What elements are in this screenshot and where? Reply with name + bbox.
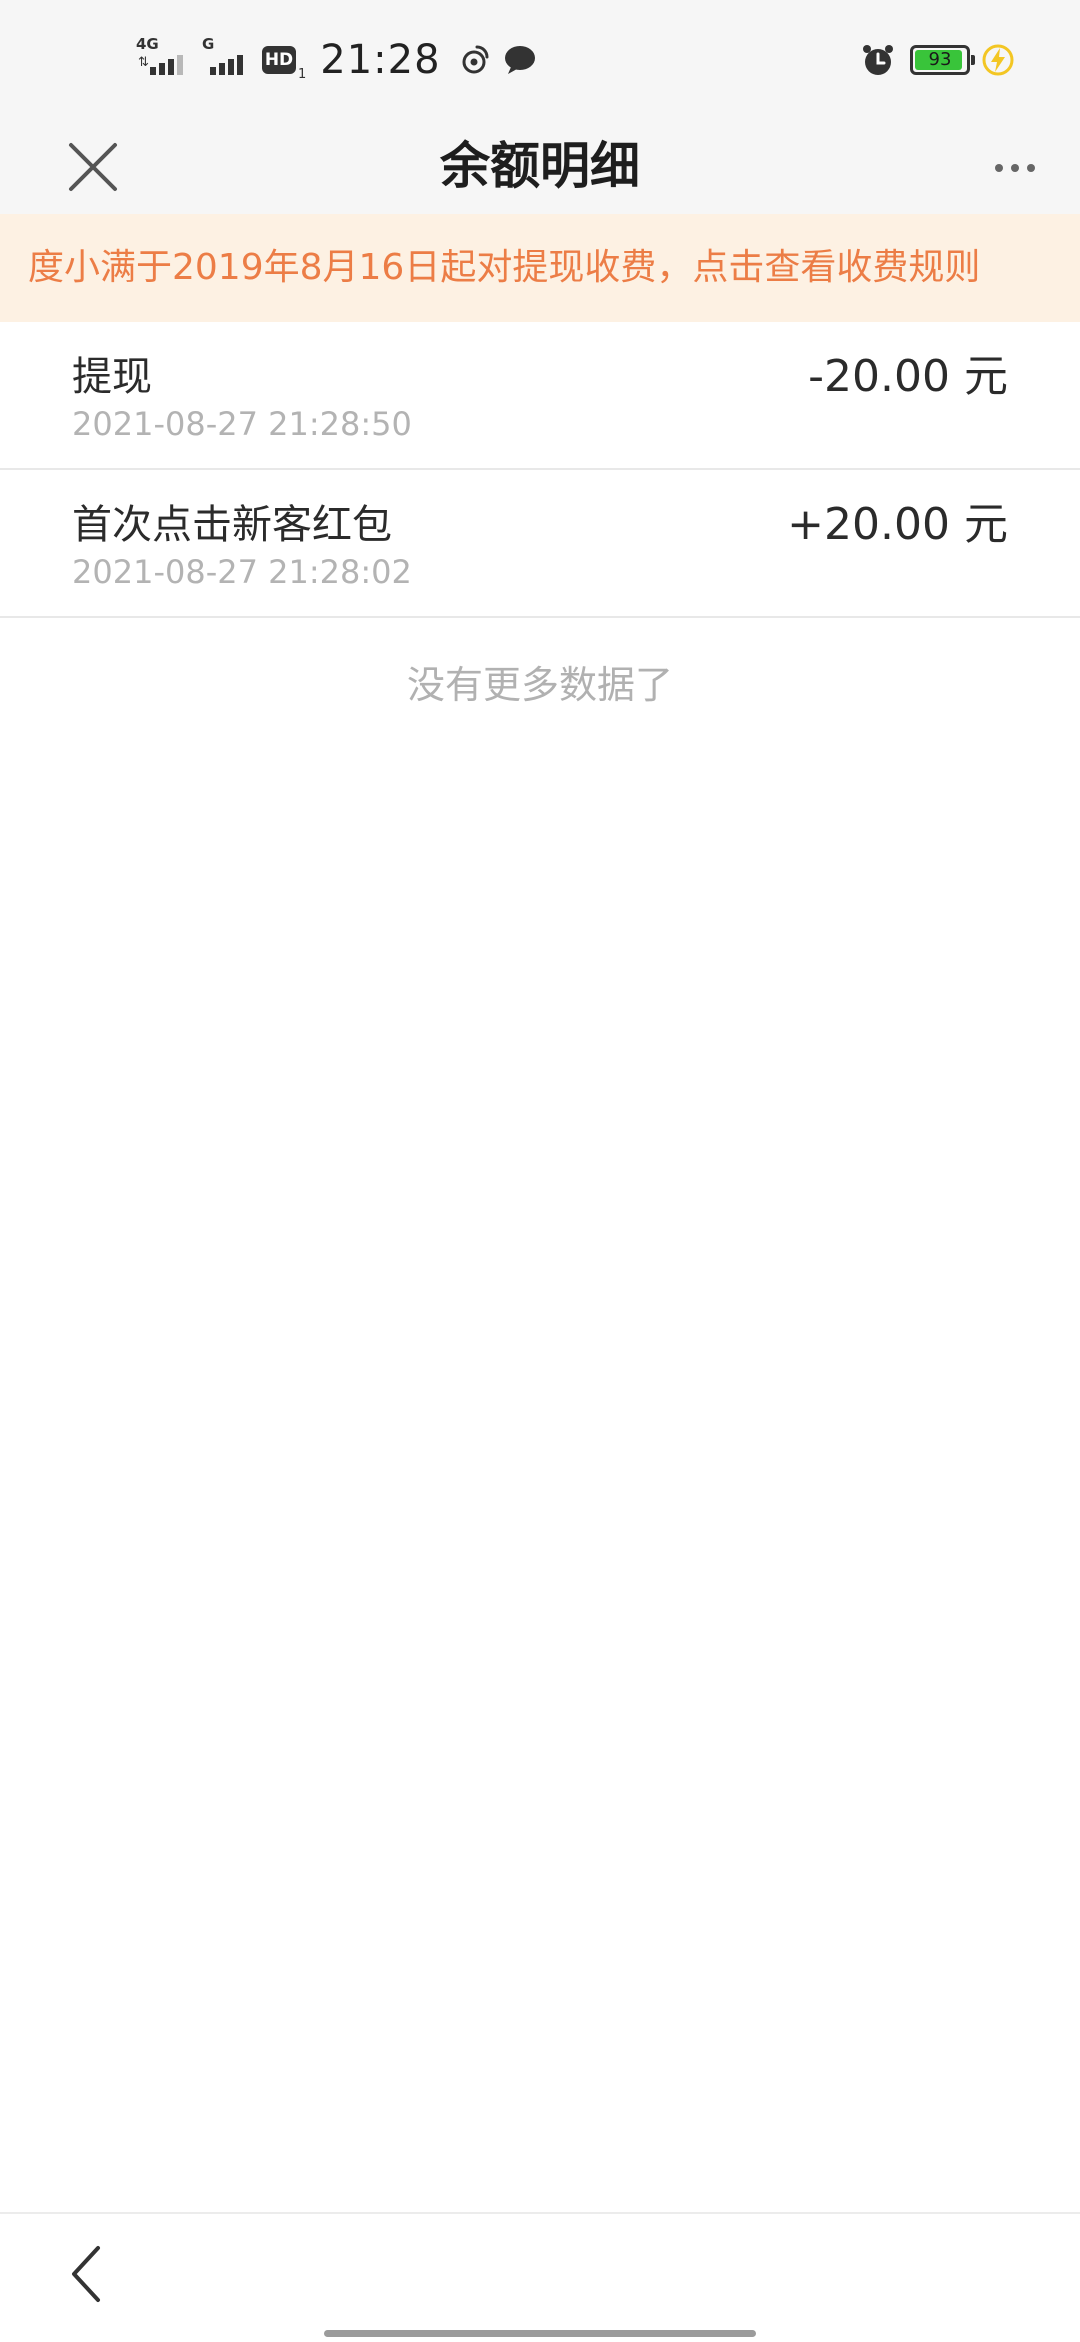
bottom-toolbar: [0, 2212, 1080, 2342]
transaction-time: 2021-08-27 21:28:50: [72, 405, 412, 443]
data-arrows-icon: ⇅: [138, 55, 149, 70]
charging-bolt-icon: [982, 44, 1014, 76]
home-indicator[interactable]: [324, 2330, 756, 2337]
transaction-title: 提现: [72, 354, 152, 400]
network-type-label: 4G: [136, 35, 159, 53]
signal-bars-2: [210, 55, 246, 75]
more-dots-icon: [995, 164, 1003, 172]
cellular-signal-icon-2: G: [200, 37, 252, 83]
chat-bubble-icon: [504, 46, 535, 74]
chevron-left-icon: [72, 2246, 100, 2302]
status-bar-right: 93: [860, 38, 1014, 82]
more-options-button[interactable]: [980, 138, 1050, 198]
hd-voice-badge: HD: [262, 46, 296, 74]
no-more-data-text: 没有更多数据了: [406, 663, 673, 707]
transaction-time: 2021-08-27 21:28:02: [72, 553, 412, 591]
page-title: 余额明细: [440, 137, 640, 195]
transaction-row[interactable]: 提现 2021-08-27 21:28:50 -20.00 元: [0, 322, 1080, 470]
status-time: 21:28: [320, 37, 441, 83]
transaction-title: 首次点击新客红包: [72, 502, 392, 548]
fee-notice-banner[interactable]: 度小满于2019年8月16日起对提现收费，点击查看收费规则: [0, 214, 1080, 322]
navigation-bar: 余额明细: [0, 118, 1080, 214]
transaction-row[interactable]: 首次点击新客红包 2021-08-27 21:28:02 +20.00 元: [0, 470, 1080, 618]
battery-percent: 93: [928, 49, 952, 70]
transaction-amount: -20.00 元: [808, 351, 1008, 402]
status-bar: 4G ⇅ G HD 1 21:28 93: [0, 0, 1080, 118]
hd-sim-index: 1: [298, 67, 307, 82]
battery-icon: 93: [910, 45, 975, 75]
signal-bars: [150, 55, 186, 75]
cellular-signal-icon: 4G ⇅: [134, 37, 190, 83]
back-button[interactable]: [56, 2234, 116, 2314]
weibo-icon: [462, 45, 489, 74]
transaction-list: 提现 2021-08-27 21:28:50 -20.00 元 首次点击新客红包…: [0, 322, 1080, 618]
transaction-amount: +20.00 元: [787, 499, 1008, 550]
network-type-label-2: G: [202, 35, 215, 53]
alarm-clock-icon: [863, 45, 893, 75]
status-bar-left: 4G ⇅ G HD 1 21:28: [134, 34, 549, 86]
